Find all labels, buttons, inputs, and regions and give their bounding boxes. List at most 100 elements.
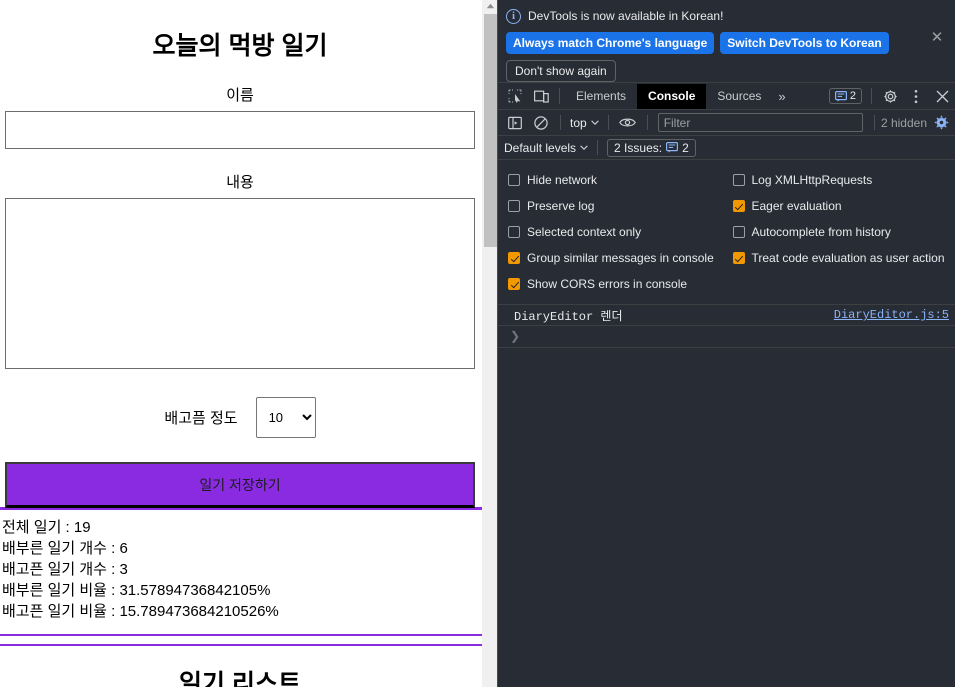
setting-label: Show CORS errors in console — [527, 277, 688, 291]
checkbox[interactable] — [732, 174, 745, 186]
console-empty-area[interactable] — [498, 348, 955, 687]
setting-label: Preserve log — [527, 199, 595, 213]
checkbox[interactable] — [508, 200, 520, 212]
chevron-double-right-icon[interactable]: » — [772, 89, 791, 104]
setting-label: Selected context only — [527, 225, 642, 239]
gear-icon[interactable] — [877, 84, 903, 109]
live-expression-eye-icon[interactable] — [615, 110, 641, 135]
setting-selected-context-only[interactable]: Selected context only — [508, 219, 727, 245]
devtools-language-infobar: i DevTools is now available in Korean! A… — [498, 0, 955, 83]
console-prompt[interactable]: ❯ — [498, 326, 955, 348]
content-field-label: 내용 — [226, 174, 254, 191]
log-levels-selector[interactable]: Default levels — [504, 141, 588, 155]
devtools-tabbar: Elements Console Sources » 2 — [498, 83, 955, 110]
save-diary-button[interactable]: 일기 저장하기 — [5, 462, 475, 508]
tab-sources[interactable]: Sources — [706, 84, 772, 109]
infobar-message: DevTools is now available in Korean! — [528, 9, 724, 23]
tab-elements[interactable]: Elements — [565, 84, 637, 109]
checkbox[interactable] — [732, 200, 745, 212]
setting-label: Group similar messages in console — [527, 251, 714, 265]
chevron-down-icon — [580, 145, 588, 150]
tabbar-divider — [559, 88, 560, 104]
setting-show-cors-errors[interactable]: Show CORS errors in console — [508, 271, 727, 297]
setting-eager-evaluation[interactable]: Eager evaluation — [732, 193, 955, 219]
issues-chip[interactable]: 2 — [828, 88, 862, 104]
name-field-label: 이름 — [226, 87, 254, 104]
infobar-message-row: i DevTools is now available in Korean! — [506, 6, 947, 26]
emotion-select[interactable]: 10 — [255, 397, 316, 438]
more-vertical-icon[interactable] — [903, 84, 929, 109]
issues-message-icon — [666, 142, 679, 153]
tab-console[interactable]: Console — [637, 83, 707, 109]
levels-divider — [597, 140, 599, 155]
device-toolbar-icon[interactable] — [528, 84, 554, 109]
always-match-language-button[interactable]: Always match Chrome's language — [506, 32, 715, 54]
setting-label: Hide network — [527, 173, 598, 187]
console-settings-right-column: Log XMLHttpRequests Eager evaluation Aut… — [727, 167, 955, 297]
name-input[interactable] — [5, 111, 475, 149]
console-settings-pane: Hide network Preserve log Selected conte… — [498, 160, 955, 305]
issues-button-count: 2 — [682, 140, 689, 155]
execution-context-selector[interactable]: top — [567, 116, 602, 130]
switch-devtools-to-korean-button[interactable]: Switch DevTools to Korean — [720, 32, 889, 54]
stat-hungry-count: 배고픈 일기 개수 : 3 — [2, 561, 128, 578]
scroll-up-arrow-icon[interactable] — [483, 0, 498, 12]
setting-hide-network[interactable]: Hide network — [508, 167, 727, 193]
console-levels-row: Default levels 2 Issues: 2 — [498, 136, 955, 160]
content-textarea[interactable] — [5, 198, 475, 369]
console-settings-gear-icon[interactable] — [934, 115, 949, 130]
diary-list-panel: 일기 리스트 — [0, 644, 482, 687]
stat-hungry-ratio: 배고픈 일기 비율 : 15.789473684210526% — [2, 603, 279, 620]
dont-show-again-button[interactable]: Don't show again — [506, 60, 616, 82]
clear-console-icon[interactable] — [528, 110, 554, 135]
diary-stats-panel: 전체 일기 : 19 배부른 일기 개수 : 6 배고픈 일기 개수 : 3 배… — [0, 508, 482, 636]
issues-message-icon — [834, 90, 847, 102]
web-page-viewport: 오늘의 먹방 일기 이름 내용 배고픔 정도 10 일기 저장하기 전체 일기 … — [0, 0, 482, 687]
console-message[interactable]: DiaryEditor 렌더 DiaryEditor.js:5 — [498, 305, 955, 326]
checkbox[interactable] — [508, 226, 520, 238]
stat-total: 전체 일기 : 19 — [2, 519, 91, 536]
console-settings-left-column: Hide network Preserve log Selected conte… — [498, 167, 727, 297]
stat-full-count: 배부른 일기 개수 : 6 — [2, 540, 128, 557]
tabbar-divider-2 — [871, 88, 872, 104]
chevron-down-icon — [590, 120, 599, 125]
console-toolbar-divider-3 — [646, 115, 648, 130]
console-message-source-link[interactable]: DiaryEditor.js:5 — [834, 308, 955, 322]
setting-group-similar-messages[interactable]: Group similar messages in console — [508, 245, 727, 271]
setting-label: Autocomplete from history — [751, 225, 891, 239]
checkbox[interactable] — [732, 226, 745, 238]
scrollbar-thumb[interactable] — [484, 14, 497, 247]
checkbox[interactable] — [732, 252, 745, 264]
devtools-panel: i DevTools is now available in Korean! A… — [497, 0, 955, 687]
execution-context-label: top — [570, 115, 587, 130]
console-message-text: DiaryEditor 렌더 — [514, 309, 623, 324]
checkbox[interactable] — [508, 174, 520, 186]
console-toolbar-divider-2 — [607, 115, 609, 130]
close-icon[interactable]: ✕ — [927, 28, 947, 48]
setting-autocomplete-from-history[interactable]: Autocomplete from history — [732, 219, 955, 245]
setting-preserve-log[interactable]: Preserve log — [508, 193, 727, 219]
console-sidebar-icon[interactable] — [502, 110, 528, 135]
checkbox[interactable] — [508, 252, 520, 264]
page-scrollbar[interactable] — [482, 0, 497, 687]
inspect-element-icon[interactable] — [502, 84, 528, 109]
devtools-resize-handle[interactable] — [497, 0, 498, 687]
log-levels-label: Default levels — [504, 140, 577, 155]
console-toolbar-divider-4 — [873, 115, 875, 130]
checkbox[interactable] — [508, 278, 520, 290]
setting-log-xmlhttprequests[interactable]: Log XMLHttpRequests — [732, 167, 955, 193]
emotion-row: 배고픔 정도 10 — [0, 397, 482, 438]
issues-button[interactable]: 2 Issues: 2 — [607, 138, 696, 157]
console-filter-input[interactable] — [657, 113, 863, 132]
page-title: 오늘의 먹방 일기 — [152, 32, 328, 60]
setting-label: Log XMLHttpRequests — [751, 173, 873, 187]
diary-editor-panel: 오늘의 먹방 일기 이름 내용 배고픔 정도 10 일기 저장하기 — [0, 0, 482, 509]
setting-treat-code-evaluation[interactable]: Treat code evaluation as user action — [732, 245, 955, 271]
screen: 오늘의 먹방 일기 이름 내용 배고픔 정도 10 일기 저장하기 전체 일기 … — [0, 0, 955, 687]
infobar-actions: Always match Chrome's language Switch De… — [506, 32, 947, 54]
hidden-messages-count: 2 hidden — [880, 115, 927, 130]
setting-label: Eager evaluation — [751, 199, 842, 213]
issues-chip-count: 2 — [849, 90, 856, 102]
close-devtools-icon[interactable] — [929, 84, 955, 109]
diary-list-title: 일기 리스트 — [179, 670, 301, 687]
